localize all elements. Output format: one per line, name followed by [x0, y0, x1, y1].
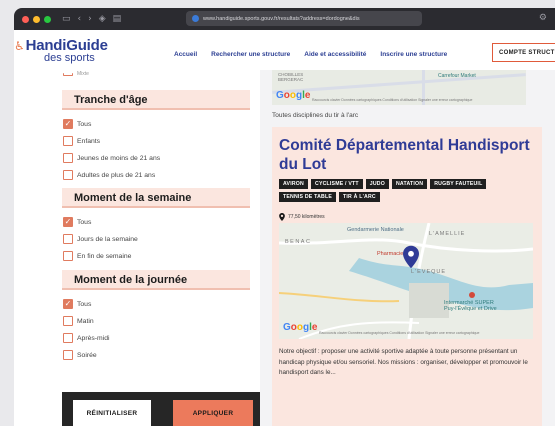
option-label: Tous — [77, 120, 92, 128]
filter-option-journee-matin[interactable]: Matin — [63, 316, 94, 326]
tag-judo: JUDO — [365, 179, 389, 189]
discipline-tags: AVIRON CYCLISME / VTT JUDO NATATION RUGB… — [279, 179, 539, 205]
close-window-button[interactable] — [22, 15, 29, 23]
web-page: ♿HandiGuide des sports Accueil Recherche… — [14, 30, 555, 426]
main-nav: Accueil Rechercher une structure Aide et… — [174, 51, 461, 58]
apply-button[interactable]: APPLIQUER — [173, 400, 253, 426]
section-title-journee: Moment de la journée — [62, 270, 250, 290]
checkbox[interactable] — [63, 72, 73, 76]
result-map-previous[interactable]: CHOBILLES BERGERAC Carrefour Market Goog… — [272, 70, 526, 105]
tag-tennis-de-table: TENNIS DE TABLE — [279, 192, 337, 202]
account-button[interactable]: COMPTE STRUCTU — [492, 43, 555, 62]
nav-link-rechercher[interactable]: Rechercher une structure — [211, 51, 290, 58]
reset-button[interactable]: RÉINITIALISER — [73, 400, 151, 426]
option-label: Adultes de plus de 21 ans — [77, 171, 156, 179]
map-label: L'EVEQUE — [411, 269, 447, 275]
site-header: ♿HandiGuide des sports Accueil Recherche… — [14, 30, 555, 70]
filter-option-journee-tous[interactable]: ✓ Tous — [63, 299, 91, 309]
checkbox-checked[interactable]: ✓ — [63, 119, 73, 129]
map-footer[interactable]: Raccourcis clavier Données cartographiqu… — [319, 331, 479, 335]
option-label: Matin — [77, 317, 94, 325]
site-logo[interactable]: ♿HandiGuide des sports — [14, 37, 124, 64]
filter-option-age-enfants[interactable]: Enfants — [63, 136, 100, 146]
filter-option-mixte[interactable]: Mixte — [63, 71, 89, 77]
sidebar-toggle-icon[interactable]: ▭ — [62, 14, 71, 24]
settings-icon[interactable]: ⚙ — [539, 13, 547, 23]
option-label: Après-midi — [77, 334, 110, 342]
browser-titlebar: ▭ ‹ › ◈ ▤ www.handiguide.sports.gouv.fr/… — [14, 8, 555, 30]
option-label: Mixte — [77, 71, 89, 77]
section-title-age: Tranche d'âge — [62, 90, 250, 110]
checkbox[interactable] — [63, 136, 73, 146]
map-label: CHOBILLES BERGERAC — [278, 72, 304, 82]
filter-option-age-jeunes[interactable]: Jeunes de moins de 21 ans — [63, 153, 160, 163]
checkbox[interactable] — [63, 234, 73, 244]
section-title-semaine: Moment de la semaine — [62, 188, 250, 208]
checkbox-checked[interactable]: ✓ — [63, 217, 73, 227]
option-label: Enfants — [77, 137, 101, 145]
map-label: BENAC — [285, 239, 312, 245]
structure-title[interactable]: Comité Départemental Handisport du Lot — [279, 136, 535, 174]
filter-option-semaine-fin[interactable]: En fin de semaine — [63, 251, 131, 261]
url-text: www.handiguide.sports.gouv.fr/resultats?… — [203, 15, 360, 22]
map-label: L'AMELLIE — [429, 231, 466, 237]
filter-option-semaine-tous[interactable]: ✓ Tous — [63, 217, 91, 227]
map-footer[interactable]: Raccourcis clavier Données cartographiqu… — [312, 98, 472, 102]
option-label: Tous — [77, 218, 92, 226]
address-bar[interactable]: www.handiguide.sports.gouv.fr/resultats?… — [186, 11, 422, 26]
checkbox[interactable] — [63, 153, 73, 163]
filter-option-journee-apres-midi[interactable]: Après-midi — [63, 333, 109, 343]
distance-text: 77,50 kilomètres — [288, 214, 325, 220]
checkbox[interactable] — [63, 350, 73, 360]
option-label: Jours de la semaine — [77, 235, 138, 243]
filter-option-age-adultes[interactable]: Adultes de plus de 21 ans — [63, 170, 155, 180]
filter-actions: RÉINITIALISER APPLIQUER — [62, 392, 260, 426]
logo-subtitle: des sports — [44, 52, 95, 64]
checkbox[interactable] — [63, 333, 73, 343]
results-panel: CHOBILLES BERGERAC Carrefour Market Goog… — [260, 70, 555, 426]
location-pin-icon — [279, 213, 285, 221]
google-logo: Google — [276, 90, 311, 101]
option-label: Tous — [77, 300, 92, 308]
distance: 77,50 kilomètres — [279, 213, 325, 221]
tag-cyclisme: CYCLISME / VTT — [311, 179, 363, 189]
map-label: Carrefour Market — [438, 73, 476, 79]
option-label: Soirée — [77, 351, 97, 359]
site-favicon-icon — [192, 15, 199, 22]
nav-link-accueil[interactable]: Accueil — [174, 51, 197, 58]
map-label: Intermarché SUPER Puy-l'Évêque et Drive — [444, 300, 497, 312]
back-icon[interactable]: ‹ — [78, 14, 82, 24]
result-card[interactable]: Comité Départemental Handisport du Lot A… — [272, 127, 542, 426]
disciplines-text: Toutes disciplines du tir à l'arc — [272, 112, 359, 119]
tag-natation: NATATION — [391, 179, 428, 189]
handiguide-logo-icon: ♿ — [14, 39, 25, 53]
filter-option-semaine-jours[interactable]: Jours de la semaine — [63, 234, 138, 244]
checkbox[interactable] — [63, 316, 73, 326]
option-label: En fin de semaine — [77, 252, 132, 260]
tabs-icon[interactable]: ▤ — [113, 14, 122, 24]
map-marker-icon[interactable] — [403, 245, 419, 269]
filter-option-age-tous[interactable]: ✓ Tous — [63, 119, 91, 129]
filter-sidebar: Mixte Tranche d'âge ✓ Tous Enfants Jeunes… — [50, 70, 260, 426]
checkbox[interactable] — [63, 170, 73, 180]
nav-link-aide[interactable]: Aide et accessibilité — [304, 51, 366, 58]
tag-tir-a-larc: TIR À L'ARC — [339, 192, 380, 202]
structure-description: Notre objectif : proposer une activité s… — [279, 348, 528, 376]
google-logo: Google — [283, 322, 318, 333]
maximize-window-button[interactable] — [44, 15, 51, 23]
checkbox[interactable] — [63, 251, 73, 261]
result-map[interactable]: Gendarmerie Nationale L'AMELLIE BENAC Ph… — [279, 223, 533, 339]
map-label: Gendarmerie Nationale — [347, 227, 404, 233]
forward-icon[interactable]: › — [88, 14, 92, 24]
option-label: Jeunes de moins de 21 ans — [77, 154, 161, 162]
nav-link-inscrire[interactable]: Inscrire une structure — [380, 51, 447, 58]
minimize-window-button[interactable] — [33, 15, 40, 23]
shield-icon[interactable]: ◈ — [99, 14, 106, 24]
tag-aviron: AVIRON — [279, 179, 308, 189]
filter-option-journee-soiree[interactable]: Soirée — [63, 350, 97, 360]
checkbox-checked[interactable]: ✓ — [63, 299, 73, 309]
tag-rugby: RUGBY FAUTEUIL — [430, 179, 487, 189]
